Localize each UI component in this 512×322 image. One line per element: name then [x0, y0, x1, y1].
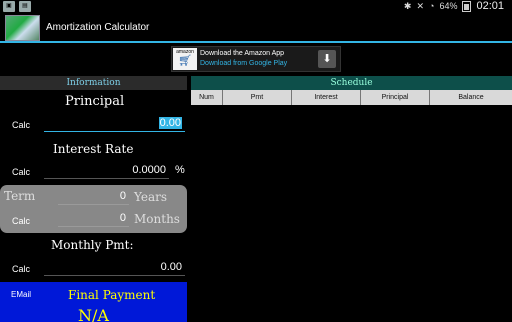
clock: 02:01 — [476, 0, 504, 12]
email-button[interactable]: EMail — [11, 290, 31, 299]
information-header: Information — [0, 76, 187, 90]
years-input[interactable]: 0 — [58, 188, 129, 205]
download-icon[interactable]: ⬇ — [318, 50, 336, 68]
monthly-calc-button[interactable]: Calc — [12, 264, 30, 274]
ad-title: Download the Amazon App — [200, 50, 285, 57]
battery-icon — [462, 0, 472, 12]
column-num: Num — [191, 90, 223, 105]
status-bar: ▣ ▤ ✱ ✕ ◔ 64% 02:01 — [0, 0, 512, 13]
mute-icon: ✕ — [416, 0, 425, 11]
term-group: Term 0 Years Calc 0 Months — [0, 185, 187, 233]
principal-label: Principal — [65, 94, 125, 109]
battery-percent: 64% — [439, 1, 458, 11]
app-title: Amortization Calculator — [46, 22, 150, 33]
interest-rate-input[interactable]: 0.0000 — [44, 162, 169, 179]
column-balance: Balance — [430, 90, 512, 105]
principal-input[interactable]: 0.00 — [44, 115, 185, 132]
wifi-icon: ◔ — [429, 1, 435, 11]
monthly-payment-input[interactable]: 0.00 — [44, 259, 185, 276]
schedule-header: Schedule — [191, 76, 512, 90]
monthly-payment-label: Monthly Pmt: — [51, 238, 134, 252]
app-icon[interactable] — [5, 15, 40, 41]
interest-rate-label: Interest Rate — [53, 142, 134, 156]
final-payment-panel: EMail Final Payment N/A — [0, 282, 187, 322]
image-icon: ▣ — [3, 1, 15, 12]
months-label: Months — [134, 212, 180, 226]
amazon-logo-icon: amazon 🛒︎ — [173, 48, 197, 70]
term-label: Term — [4, 189, 36, 203]
final-payment-label: Final Payment — [68, 288, 156, 302]
months-input[interactable]: 0 — [58, 210, 129, 227]
column-interest: Interest — [292, 90, 361, 105]
principal-value: 0.00 — [158, 117, 182, 129]
months-calc-button[interactable]: Calc — [12, 216, 30, 226]
schedule-column-headers: Num Pmt Interest Principal Balance — [191, 90, 512, 105]
interest-calc-button[interactable]: Calc — [12, 167, 30, 177]
column-pmt: Pmt — [223, 90, 292, 105]
cart-icon: 🛒︎ — [178, 55, 192, 67]
column-principal: Principal — [361, 90, 430, 105]
ad-banner[interactable]: amazon 🛒︎ Download the Amazon App Downlo… — [171, 46, 341, 72]
percent-unit: % — [175, 164, 185, 176]
action-bar: Amortization Calculator — [0, 13, 512, 43]
bluetooth-icon: ✱ — [403, 0, 412, 11]
app-notification-icon: ▤ — [19, 1, 31, 12]
principal-calc-button[interactable]: Calc — [12, 120, 30, 130]
ad-subtitle: Download from Google Play — [200, 60, 288, 67]
years-label: Years — [134, 190, 168, 204]
